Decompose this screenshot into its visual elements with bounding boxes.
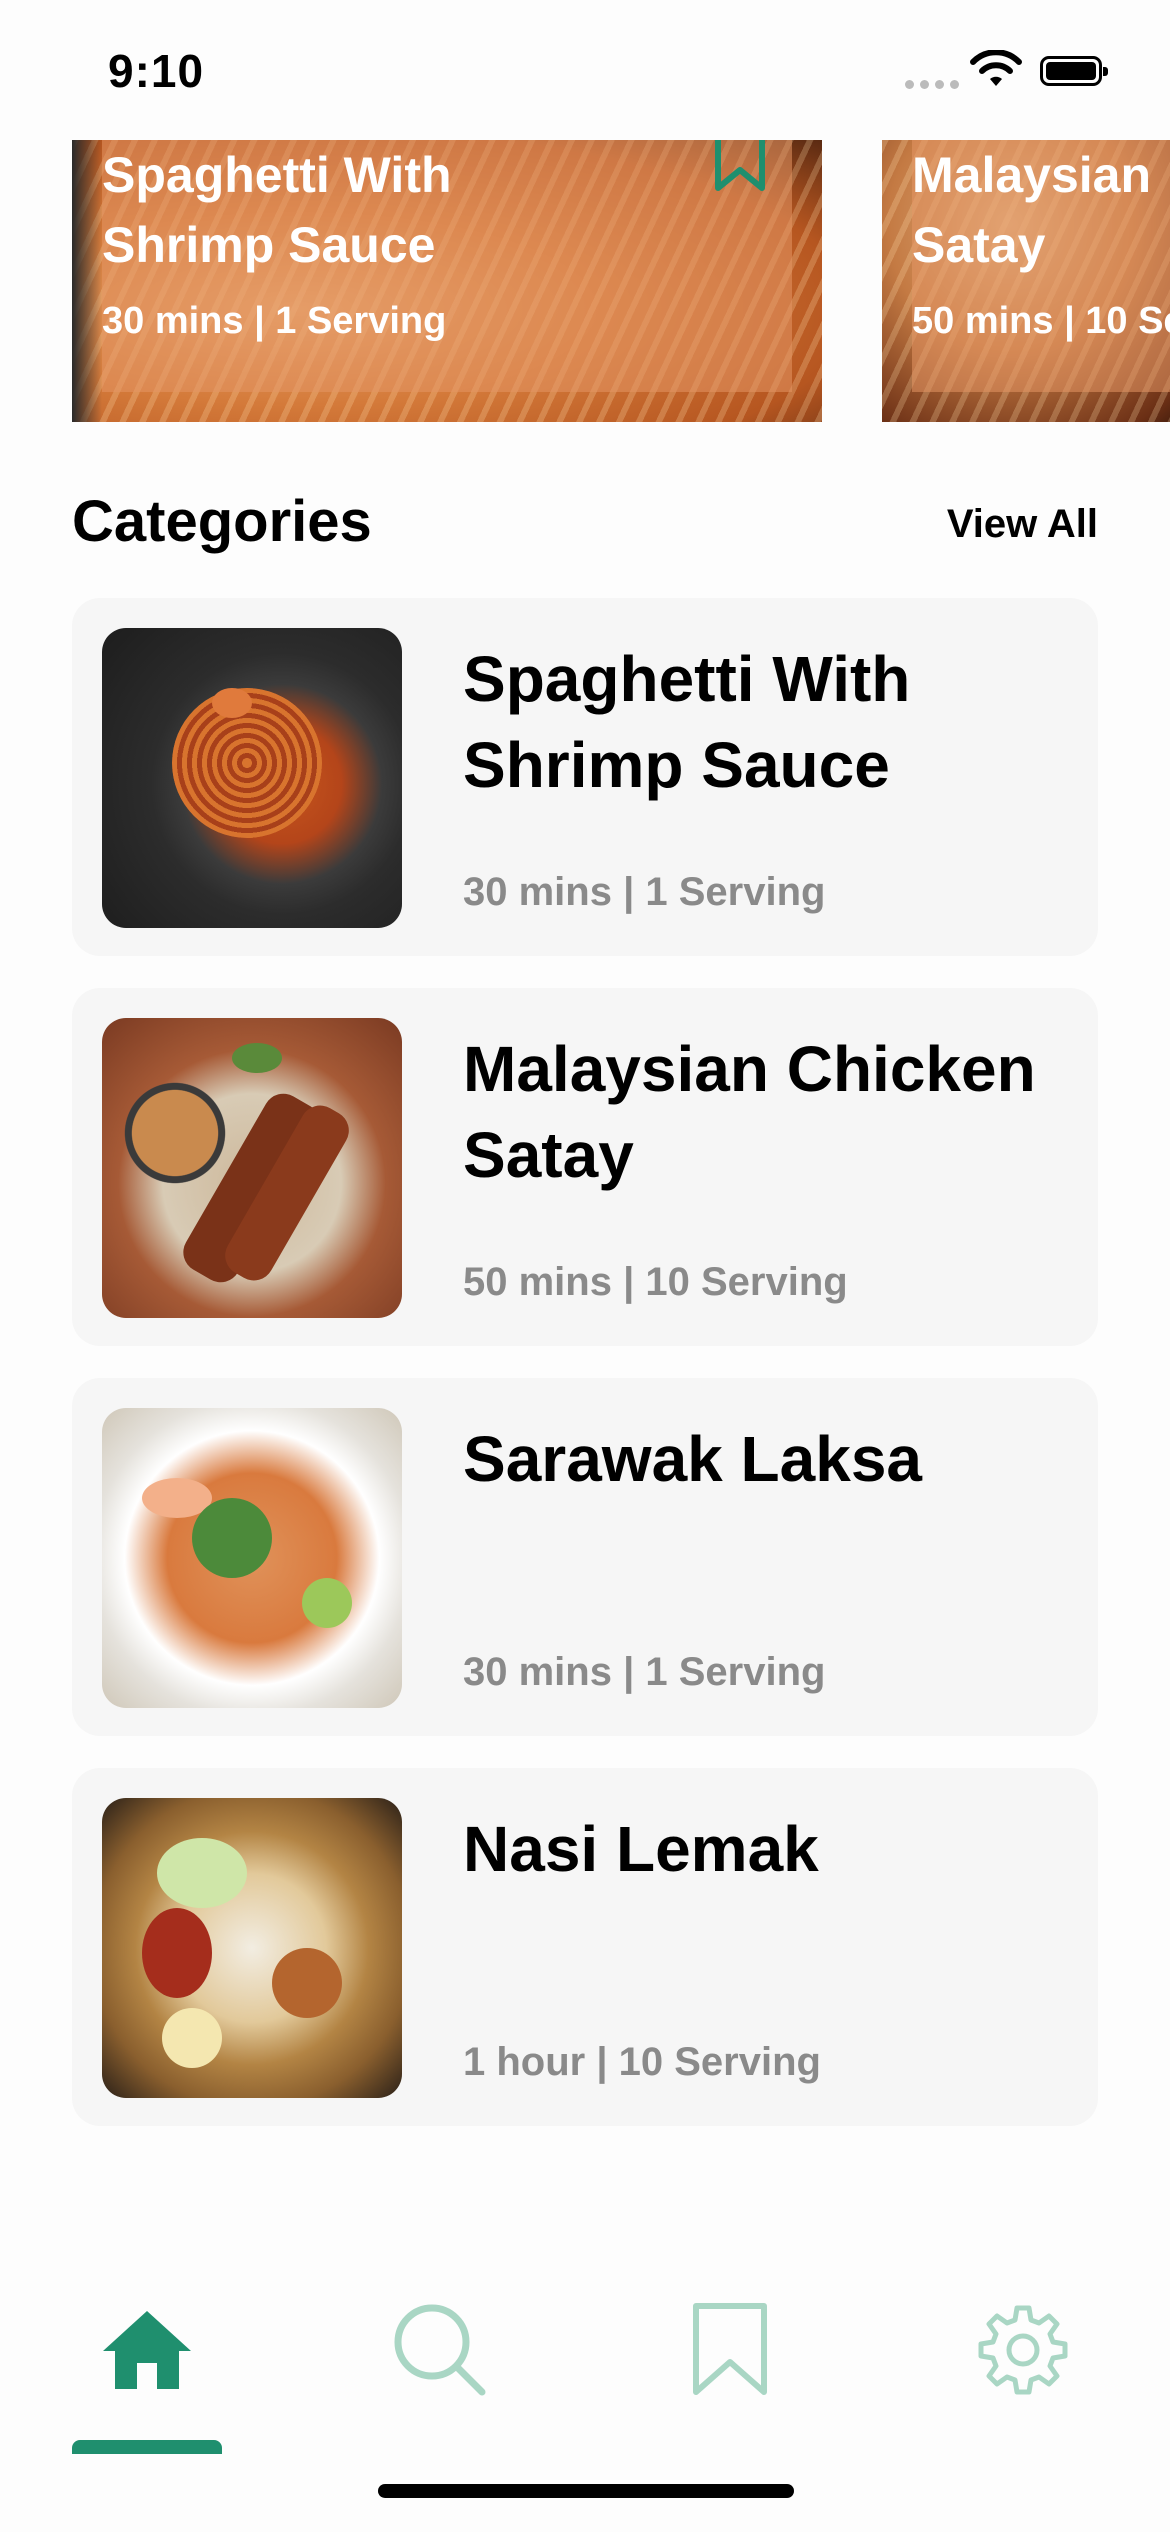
recipe-card[interactable]: Spaghetti With Shrimp Sauce 30 mins | 1 … [72,598,1098,956]
featured-carousel[interactable]: Spaghetti With Shrimp Sauce 30 mins | 1 … [0,140,1170,422]
active-tab-indicator [72,2440,222,2454]
recipe-meta: 50 mins | 10 Serving [463,1260,848,1304]
recipe-card[interactable]: Nasi Lemak 1 hour | 10 Serving [72,1768,1098,2126]
featured-meta: 50 mins | 10 Serving [912,300,1170,342]
tab-settings[interactable] [948,2290,1098,2410]
view-all-link[interactable]: View All [947,502,1098,547]
home-indicator [378,2484,794,2498]
featured-title: Spaghetti With Shrimp Sauce [102,147,452,273]
categories-header: Categories View All [72,488,1098,568]
recipe-card[interactable]: Malaysian Chicken Satay 50 mins | 10 Ser… [72,988,1098,1346]
recipe-meta: 30 mins | 1 Serving [463,1650,826,1694]
tab-bookmarks[interactable] [655,2290,805,2410]
recipe-image [102,628,402,928]
search-icon [394,2304,486,2396]
recipe-image [102,1408,402,1708]
recipe-title: Nasi Lemak [463,1813,819,1885]
tab-home[interactable] [72,2290,222,2410]
status-time: 9:10 [108,45,205,97]
tab-search[interactable] [365,2290,515,2410]
settings-icon [978,2305,1068,2395]
wifi-icon [970,50,1022,86]
section-title: Categories [72,489,372,554]
bookmark-icon[interactable] [712,140,768,194]
cellular-signal-icon [905,80,959,89]
featured-meta: 30 mins | 1 Serving [102,300,447,342]
bookmark-icon [693,2303,767,2395]
featured-title: Malaysian Satay [912,147,1152,273]
recipe-meta: 30 mins | 1 Serving [463,870,826,914]
home-icon [103,2311,191,2389]
recipe-meta: 1 hour | 10 Serving [463,2040,821,2084]
featured-card[interactable]: Malaysian Satay 50 mins | 10 Serving [882,140,1170,422]
recipe-image [102,1018,402,1318]
recipe-title: Sarawak Laksa [463,1423,922,1495]
recipe-title: Malaysian Chicken Satay [463,1033,1036,1191]
recipe-card[interactable]: Sarawak Laksa 30 mins | 1 Serving [72,1378,1098,1736]
status-bar: 9:10 [0,0,1170,140]
recipe-image [102,1798,402,2098]
recipe-title: Spaghetti With Shrimp Sauce [463,643,911,801]
battery-icon [1040,56,1108,86]
featured-card[interactable]: Spaghetti With Shrimp Sauce 30 mins | 1 … [72,140,822,422]
